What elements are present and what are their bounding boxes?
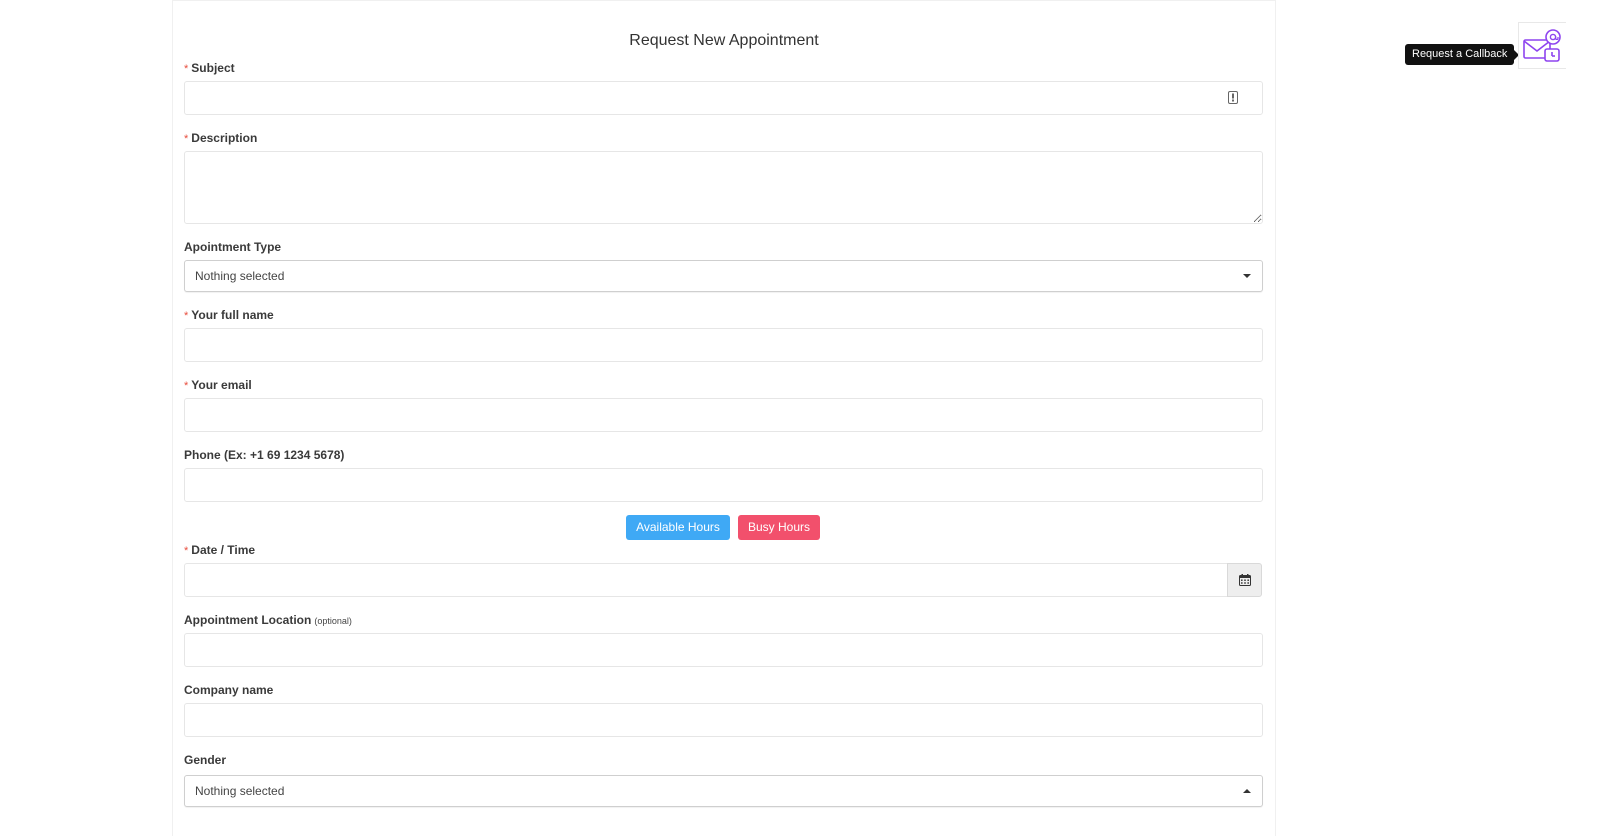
subject-input[interactable]	[184, 81, 1263, 115]
gender-selected: Nothing selected	[195, 784, 285, 798]
phone-input[interactable]	[184, 468, 1263, 502]
appointment-type-selected: Nothing selected	[195, 269, 285, 283]
request-callback-button[interactable]	[1518, 22, 1566, 69]
required-marker: *	[184, 545, 189, 557]
gender-label: Gender	[184, 753, 227, 767]
subject-label: * Subject	[184, 61, 235, 75]
date-time-label: * Date / Time	[184, 543, 256, 557]
date-time-picker-button[interactable]	[1227, 563, 1262, 597]
callback-tooltip: Request a Callback	[1405, 44, 1520, 65]
appointment-type-select[interactable]: Nothing selected	[184, 260, 1263, 292]
caret-down-icon	[1243, 274, 1251, 278]
caret-up-icon	[1243, 789, 1251, 793]
description-label: * Description	[184, 131, 258, 145]
calendar-icon	[1239, 574, 1251, 586]
required-marker: *	[184, 380, 189, 392]
busy-hours-button[interactable]: Busy Hours	[738, 515, 820, 540]
required-marker: *	[184, 63, 189, 75]
full-name-input[interactable]	[184, 328, 1263, 362]
phone-label: Phone (Ex: +1 69 1234 5678)	[184, 448, 345, 462]
appointment-type-label: Apointment Type	[184, 240, 282, 254]
field-helper-icon[interactable]	[1228, 91, 1238, 104]
company-label: Company name	[184, 683, 274, 697]
required-marker: *	[184, 310, 189, 322]
optional-hint: (optional)	[314, 616, 352, 626]
date-time-input[interactable]	[184, 563, 1228, 597]
description-textarea[interactable]	[184, 151, 1263, 224]
location-input[interactable]	[184, 633, 1263, 667]
full-name-label: * Your full name	[184, 308, 274, 322]
email-label: * Your email	[184, 378, 252, 392]
location-label: Appointment Location (optional)	[184, 613, 352, 627]
company-input[interactable]	[184, 703, 1263, 737]
mail-callback-icon	[1523, 29, 1561, 62]
page-title: Request New Appointment	[629, 32, 819, 49]
email-input[interactable]	[184, 398, 1263, 432]
available-hours-button[interactable]: Available Hours	[626, 515, 730, 540]
gender-select[interactable]: Nothing selected	[184, 775, 1263, 807]
required-marker: *	[184, 133, 189, 145]
